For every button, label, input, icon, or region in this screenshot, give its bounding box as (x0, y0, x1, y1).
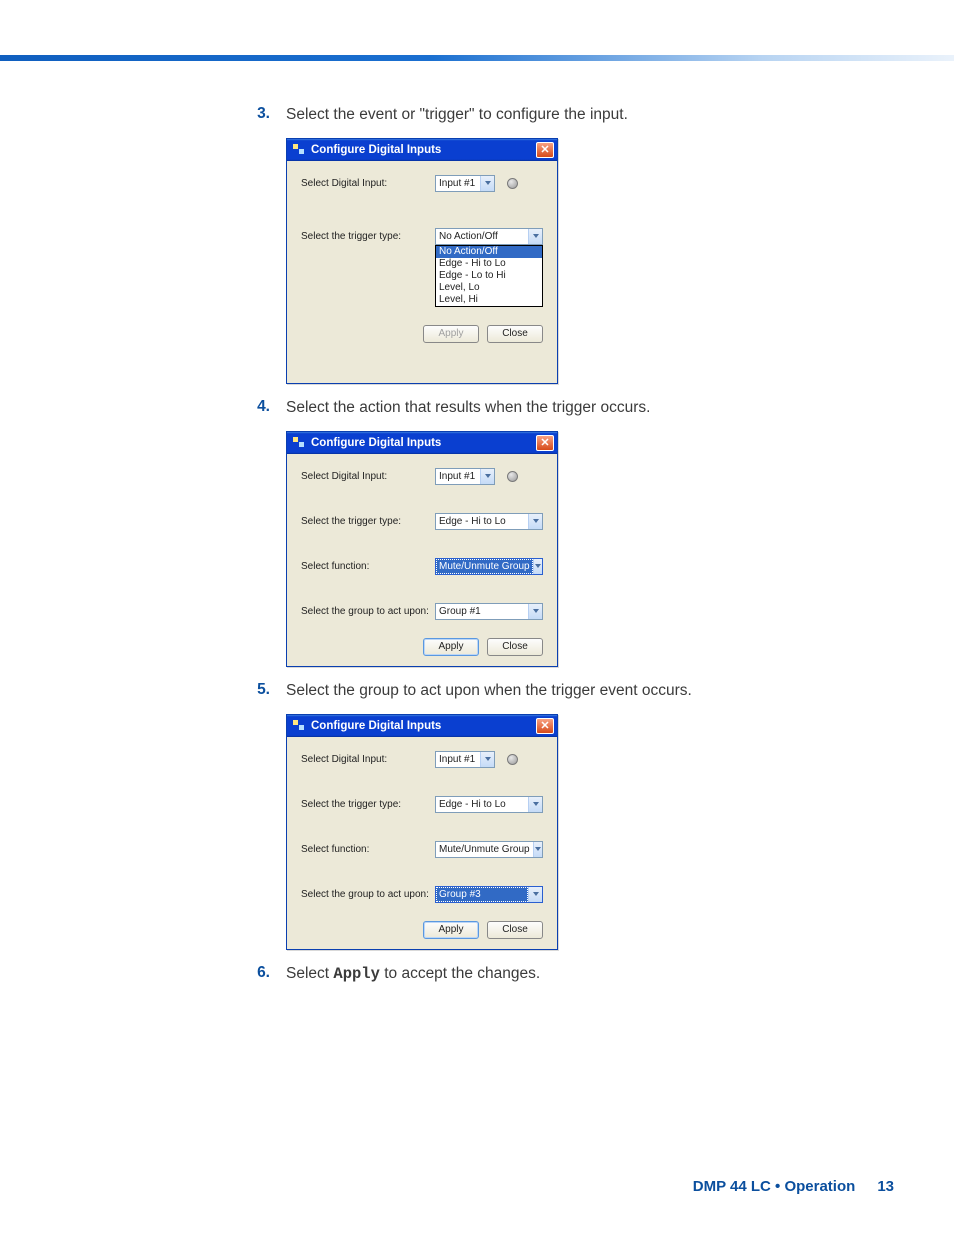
step-4: 4. Select the action that results when t… (252, 398, 892, 667)
window-title: Configure Digital Inputs (311, 437, 441, 449)
step-text: Select Apply to accept the changes. (286, 964, 540, 985)
close-button[interactable]: Close (487, 921, 543, 939)
page-footer: DMP 44 LC • Operation 13 (693, 1178, 894, 1195)
dropdown-option[interactable]: Edge - Hi to Lo (436, 258, 542, 270)
page-number: 13 (877, 1178, 894, 1195)
text-pre: Select (286, 965, 333, 982)
titlebar[interactable]: Configure Digital Inputs ✕ (287, 139, 557, 161)
label-select-trigger: Select the trigger type: (301, 799, 429, 810)
dropdown-option[interactable]: Edge - Lo to Hi (436, 270, 542, 282)
label-select-function: Select function: (301, 561, 429, 572)
dialog-step3: Configure Digital Inputs ✕ Select Digita… (286, 138, 558, 384)
trigger-dropdown-list[interactable]: No Action/Off Edge - Hi to Lo Edge - Lo … (435, 245, 543, 307)
status-indicator (507, 178, 518, 189)
step-number: 6. (252, 964, 270, 982)
chevron-down-icon (533, 559, 542, 574)
text-post: to accept the changes. (380, 965, 540, 982)
label-select-input: Select Digital Input: (301, 754, 429, 765)
chevron-down-icon (480, 176, 494, 191)
step-text: Select the group to act upon when the tr… (286, 681, 692, 702)
chevron-down-icon (528, 604, 542, 619)
trigger-dropdown[interactable]: No Action/Off No Action/Off Edge - Hi to… (435, 228, 543, 245)
function-dropdown-value: Mute/Unmute Group (436, 559, 533, 574)
input-dropdown[interactable]: Input #1 (435, 175, 495, 192)
close-icon[interactable]: ✕ (536, 435, 554, 451)
apply-button[interactable]: Apply (423, 638, 479, 656)
input-dropdown-value: Input #1 (436, 178, 480, 189)
trigger-dropdown[interactable]: Edge - Hi to Lo (435, 796, 543, 813)
group-dropdown[interactable]: Group #1 (435, 603, 543, 620)
window-title: Configure Digital Inputs (311, 720, 441, 732)
step-number: 5. (252, 681, 270, 699)
header-rule (0, 55, 954, 61)
footer-text: DMP 44 LC • Operation (693, 1178, 856, 1195)
apply-button: Apply (423, 325, 479, 343)
chevron-down-icon (480, 469, 494, 484)
group-dropdown-value: Group #3 (436, 887, 528, 902)
titlebar[interactable]: Configure Digital Inputs ✕ (287, 432, 557, 454)
trigger-dropdown-value: No Action/Off (436, 231, 528, 242)
app-icon (293, 144, 306, 155)
group-dropdown-value: Group #1 (436, 606, 528, 617)
label-select-group: Select the group to act upon: (301, 889, 429, 900)
dropdown-option[interactable]: Level, Hi (436, 294, 542, 306)
step-5: 5. Select the group to act upon when the… (252, 681, 892, 950)
chevron-down-icon (480, 752, 494, 767)
dropdown-option[interactable]: No Action/Off (436, 246, 542, 258)
input-dropdown[interactable]: Input #1 (435, 468, 495, 485)
chevron-down-icon (528, 887, 542, 902)
status-indicator (507, 471, 518, 482)
dropdown-option[interactable]: Level, Lo (436, 282, 542, 294)
label-select-trigger: Select the trigger type: (301, 516, 429, 527)
step-3: 3. Select the event or "trigger" to conf… (252, 105, 892, 384)
close-icon[interactable]: ✕ (536, 142, 554, 158)
step-text: Select the action that results when the … (286, 398, 650, 419)
window-title: Configure Digital Inputs (311, 144, 441, 156)
step-text: Select the event or "trigger" to configu… (286, 105, 628, 126)
trigger-dropdown-value: Edge - Hi to Lo (436, 516, 528, 527)
step-6: 6. Select Apply to accept the changes. (252, 964, 892, 985)
trigger-dropdown-value: Edge - Hi to Lo (436, 799, 528, 810)
page-content: 3. Select the event or "trigger" to conf… (252, 105, 892, 999)
input-dropdown-value: Input #1 (436, 754, 480, 765)
app-icon (293, 437, 306, 448)
label-select-trigger: Select the trigger type: (301, 231, 429, 242)
function-dropdown[interactable]: Mute/Unmute Group (435, 558, 543, 575)
close-button[interactable]: Close (487, 325, 543, 343)
chevron-down-icon (528, 514, 542, 529)
label-select-input: Select Digital Input: (301, 178, 429, 189)
dialog-step5: Configure Digital Inputs ✕ Select Digita… (286, 714, 558, 950)
text-bold: Apply (333, 965, 380, 983)
chevron-down-icon (528, 229, 542, 244)
input-dropdown-value: Input #1 (436, 471, 480, 482)
status-indicator (507, 754, 518, 765)
app-icon (293, 720, 306, 731)
step-number: 4. (252, 398, 270, 416)
group-dropdown[interactable]: Group #3 (435, 886, 543, 903)
step-number: 3. (252, 105, 270, 123)
label-select-function: Select function: (301, 844, 429, 855)
chevron-down-icon (533, 842, 542, 857)
label-select-input: Select Digital Input: (301, 471, 429, 482)
apply-button[interactable]: Apply (423, 921, 479, 939)
trigger-dropdown[interactable]: Edge - Hi to Lo (435, 513, 543, 530)
input-dropdown[interactable]: Input #1 (435, 751, 495, 768)
close-button[interactable]: Close (487, 638, 543, 656)
function-dropdown-value: Mute/Unmute Group (436, 844, 533, 855)
close-icon[interactable]: ✕ (536, 718, 554, 734)
titlebar[interactable]: Configure Digital Inputs ✕ (287, 715, 557, 737)
chevron-down-icon (528, 797, 542, 812)
label-select-group: Select the group to act upon: (301, 606, 429, 617)
dialog-step4: Configure Digital Inputs ✕ Select Digita… (286, 431, 558, 667)
function-dropdown[interactable]: Mute/Unmute Group (435, 841, 543, 858)
